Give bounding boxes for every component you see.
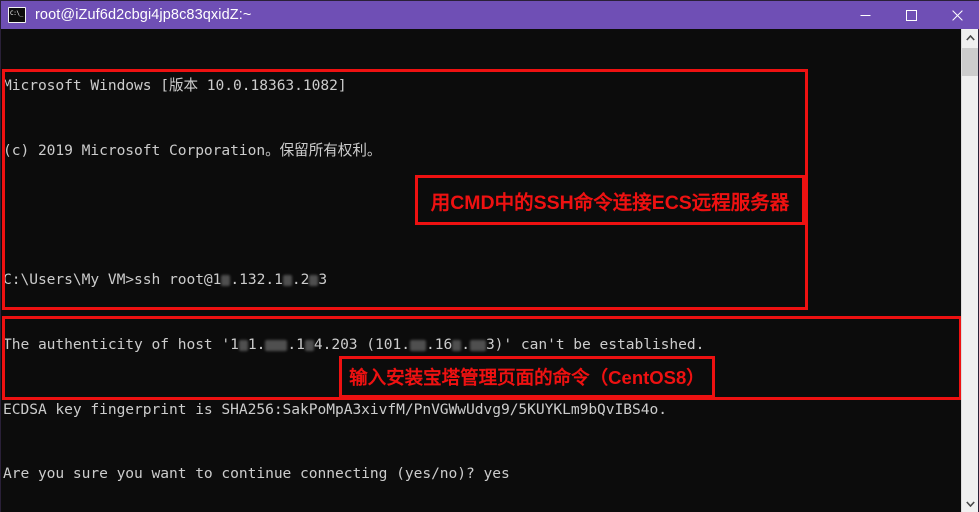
- terminal-line-text: Are you sure you want to continue connec…: [3, 465, 510, 483]
- redacted-ip-digits: [409, 339, 426, 351]
- terminal-line-text: 1.: [247, 335, 266, 353]
- terminal-line-text: ECDSA key fingerprint is SHA256:SakPoMpA…: [3, 400, 667, 418]
- terminal-line-text: Microsoft Windows [版本 10.0.18363.1082]: [3, 77, 347, 95]
- redacted-ip-digits: [282, 275, 292, 287]
- terminal-line: The authenticity of host '1 1. .1 4.203 (10…: [3, 335, 963, 353]
- terminal-line-text: .16: [425, 335, 453, 353]
- scroll-thumb[interactable]: [962, 48, 978, 76]
- terminal-line-text: C:\Users\My VM>ssh root@1: [3, 271, 222, 289]
- terminal-line-text: .2: [291, 271, 310, 289]
- terminal-line: Are you sure you want to continue connec…: [3, 466, 963, 482]
- terminal-line: Microsoft Windows [版本 10.0.18363.1082]: [3, 78, 963, 94]
- minimize-button[interactable]: [842, 1, 888, 29]
- terminal-line-text: The authenticity of host '1: [3, 335, 239, 353]
- title-bar[interactable]: C:\_ root@iZuf6d2cbgi4jp8c83qxidZ:~: [1, 1, 979, 29]
- redacted-ip-digits: [469, 339, 486, 351]
- terminal-line-text: 3: [318, 271, 328, 289]
- annotation-ssh-note: 用CMD中的SSH命令连接ECS远程服务器: [415, 175, 805, 225]
- terminal-line-text: (c) 2019 Microsoft Corporation。保留所有权利。: [3, 142, 382, 160]
- terminal-line: ECDSA key fingerprint is SHA256:SakPoMpA…: [3, 400, 963, 418]
- terminal-line-text: .1: [287, 335, 305, 353]
- redacted-ip-digits: [309, 275, 319, 287]
- terminal-line-text: .132.1: [230, 271, 283, 289]
- terminal-line: C:\Users\My VM>ssh root@1 .132.1 .2 3: [3, 272, 963, 288]
- redacted-ip-digits: [452, 339, 462, 351]
- annotation-install-note-text: 输入安装宝塔管理页面的命令（CentOS8）: [349, 367, 705, 388]
- maximize-button[interactable]: [888, 1, 934, 29]
- cmd-console-icon: C:\_: [8, 7, 26, 23]
- window-controls: [842, 1, 979, 29]
- terminal-text: Microsoft Windows [版本 10.0.18363.1082] (…: [1, 29, 963, 512]
- redacted-ip-digits: [238, 339, 248, 351]
- terminal-line: (c) 2019 Microsoft Corporation。保留所有权利。: [3, 143, 963, 159]
- close-button[interactable]: [934, 1, 979, 29]
- vertical-scrollbar[interactable]: [961, 29, 978, 512]
- redacted-ip-digits: [304, 339, 314, 351]
- console-output-area[interactable]: Microsoft Windows [版本 10.0.18363.1082] (…: [1, 29, 963, 512]
- window-title: root@iZuf6d2cbgi4jp8c83qxidZ:~: [35, 7, 252, 23]
- scrollbar-track[interactable]: [962, 46, 978, 495]
- terminal-line-text: .: [461, 335, 470, 353]
- scroll-down-arrow[interactable]: [962, 495, 978, 512]
- redacted-ip-digits: [221, 275, 231, 287]
- redacted-ip-digits: [265, 339, 288, 351]
- scroll-up-arrow[interactable]: [962, 29, 978, 46]
- annotation-install-note: 输入安装宝塔管理页面的命令（CentOS8）: [339, 356, 715, 398]
- terminal-line-text: 4.203 (101.: [313, 335, 410, 353]
- cmd-window: C:\_ root@iZuf6d2cbgi4jp8c83qxidZ:~ Micr…: [0, 0, 979, 512]
- annotation-ssh-note-text: 用CMD中的SSH命令连接ECS远程服务器: [430, 191, 790, 214]
- terminal-line-text: 3)' can't be established.: [485, 335, 705, 353]
- cmd-console-icon-text: C:\_: [9, 8, 25, 22]
